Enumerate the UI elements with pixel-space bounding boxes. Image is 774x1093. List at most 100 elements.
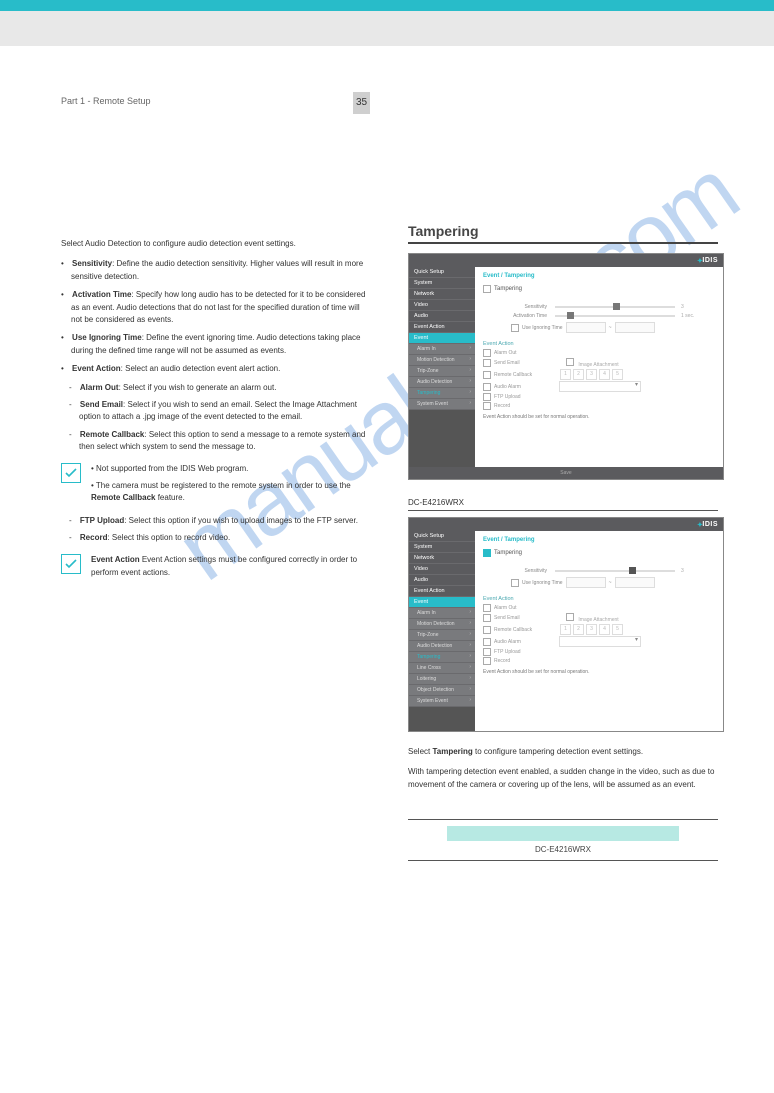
dash-email-label: Send Email: [80, 400, 123, 409]
sub2-audio[interactable]: Audio Detection: [409, 641, 475, 652]
dash-record-label: Record: [80, 533, 108, 542]
ui1-ignoring-to[interactable]: [615, 322, 655, 333]
ea2-img-label: Image Attachment: [578, 617, 618, 623]
ea-callback-chk[interactable]: [483, 371, 491, 379]
ui2-ignoring-to[interactable]: [615, 577, 655, 588]
sub-system-event[interactable]: System Event: [409, 399, 475, 410]
nav-event-action[interactable]: Event Action: [409, 322, 475, 333]
callback-buttons[interactable]: 12345: [559, 369, 624, 380]
ea-email-chk[interactable]: [483, 359, 491, 367]
ea-callback: Remote Callback: [494, 372, 556, 378]
ea-email: Send Email: [494, 360, 556, 366]
sub-tripzone[interactable]: Trip-Zone: [409, 366, 475, 377]
ui2-sensitivity-slider[interactable]: [555, 570, 675, 572]
nav2-network[interactable]: Network: [409, 553, 475, 564]
ea-alarmout-chk[interactable]: [483, 349, 491, 357]
nav2-audio[interactable]: Audio: [409, 575, 475, 586]
sub2-object[interactable]: Object Detection: [409, 685, 475, 696]
ea-ftp-chk[interactable]: [483, 393, 491, 401]
ea2-alarmout-chk[interactable]: [483, 604, 491, 612]
dc-block: DC-E4216WRX: [408, 819, 718, 861]
nav-quick-setup[interactable]: Quick Setup: [409, 267, 475, 278]
dash-record-text: : Select this option to record video.: [107, 533, 230, 542]
sub2-system-event[interactable]: System Event: [409, 696, 475, 707]
heading-tampering: Tampering: [408, 223, 718, 244]
ui2-sensitivity-value: 3: [681, 568, 684, 574]
ui1-ignoring-checkbox[interactable]: [511, 324, 519, 332]
dash-alarmout: Alarm Out: Select if you wish to generat…: [61, 382, 371, 394]
ui1-row-activation: Activation Time 1 sec.: [483, 313, 715, 319]
ui2-ignoring-from[interactable]: [566, 577, 606, 588]
ea2-record-chk[interactable]: [483, 657, 491, 665]
variant-label: DC-E4216WRX: [408, 498, 464, 507]
nav-network[interactable]: Network: [409, 289, 475, 300]
ea2-img-chk[interactable]: [566, 613, 574, 621]
nav-event[interactable]: Event: [409, 333, 475, 344]
ui1-sensitivity-slider[interactable]: [555, 306, 675, 308]
sub2-alarm-in[interactable]: Alarm In: [409, 608, 475, 619]
ui1-ignoring-from[interactable]: [566, 322, 606, 333]
sub2-tripzone[interactable]: Trip-Zone: [409, 630, 475, 641]
ui2-ignoring-label: Use Ignoring Time: [522, 580, 563, 586]
ea2-callback-chk[interactable]: [483, 626, 491, 634]
note-callback-line2c: feature.: [155, 493, 184, 502]
ui1-tampering-checkbox[interactable]: [483, 285, 491, 293]
sub2-tampering[interactable]: Tampering: [409, 652, 475, 663]
ui1-activation-label: Activation Time: [483, 313, 555, 319]
ea2-ftp: FTP Upload: [494, 649, 556, 655]
ui1-sensitivity-value: 3: [681, 304, 684, 310]
ui2-tampering-checkbox[interactable]: [483, 549, 491, 557]
sub2-linecross[interactable]: Line Cross: [409, 663, 475, 674]
ea-audio-select[interactable]: [559, 381, 641, 392]
ea2-audio-select[interactable]: [559, 636, 641, 647]
ea-record-chk[interactable]: [483, 402, 491, 410]
ui1-activation-slider[interactable]: [555, 315, 675, 317]
sub-alarm-in[interactable]: Alarm In: [409, 344, 475, 355]
ea2-audio: Audio Alarm: [494, 639, 556, 645]
ui1-titlebar: ✦IDIS: [409, 254, 723, 267]
nav2-system[interactable]: System: [409, 542, 475, 553]
ui1-activation-value: 1 sec.: [681, 313, 694, 319]
ea-audio-chk[interactable]: [483, 383, 491, 391]
note-callback-line1: Not supported from the IDIS Web program.: [96, 464, 248, 473]
note-callback-line2b: Remote Callback: [91, 493, 155, 502]
note-ea-label: Event Action: [91, 555, 140, 564]
nav-audio[interactable]: Audio: [409, 311, 475, 322]
bullet-ignore-label: Use Ignoring Time: [72, 333, 142, 342]
ui1-row-ignoring: Use Ignoring Time ~: [483, 322, 715, 333]
sub2-motion[interactable]: Motion Detection: [409, 619, 475, 630]
nav-system[interactable]: System: [409, 278, 475, 289]
dc-label: DC-E4216WRX: [535, 845, 591, 854]
dash-ftp-label: FTP Upload: [80, 516, 124, 525]
nav-video[interactable]: Video: [409, 300, 475, 311]
nav2-video[interactable]: Video: [409, 564, 475, 575]
sub-audio-detection[interactable]: Audio Detection: [409, 377, 475, 388]
sub-motion[interactable]: Motion Detection: [409, 355, 475, 366]
ea2-callback: Remote Callback: [494, 627, 556, 633]
sub-tampering[interactable]: Tampering: [409, 388, 475, 399]
ea2-audio-chk[interactable]: [483, 638, 491, 646]
page-number: 35: [353, 92, 370, 114]
tampering-intro: Select Tampering to configure tampering …: [408, 746, 718, 758]
dash-alarmout-text: : Select if you wish to generate an alar…: [119, 383, 277, 392]
ea2-ftp-chk[interactable]: [483, 648, 491, 656]
tampering-intro-b: Tampering: [432, 747, 472, 756]
nav2-quick[interactable]: Quick Setup: [409, 531, 475, 542]
ea2-alarmout: Alarm Out: [494, 605, 556, 611]
bullet-sensitivity: Sensitivity: Define the audio detection …: [61, 258, 371, 283]
part-label: Part 1 - Remote Setup: [61, 96, 151, 106]
ui1-save-button[interactable]: Save: [560, 470, 571, 476]
sub2-loitering[interactable]: Loitering: [409, 674, 475, 685]
nav2-event-action[interactable]: Event Action: [409, 586, 475, 597]
tampering-intro-a: Select: [408, 747, 432, 756]
ui1-sensitivity-label: Sensitivity: [483, 304, 555, 310]
ui2-ea-section: Event Action: [483, 596, 715, 602]
callback2-buttons[interactable]: 12345: [559, 624, 624, 635]
ui1-ignoring-label: Use Ignoring Time: [522, 325, 563, 331]
nav2-event[interactable]: Event: [409, 597, 475, 608]
ea-img-chk[interactable]: [566, 358, 574, 366]
ea2-email-chk[interactable]: [483, 614, 491, 622]
bullet-ignore: Use Ignoring Time: Define the event igno…: [61, 332, 371, 357]
ui2-ignoring-checkbox[interactable]: [511, 579, 519, 587]
bullet-activation-label: Activation Time: [72, 290, 131, 299]
